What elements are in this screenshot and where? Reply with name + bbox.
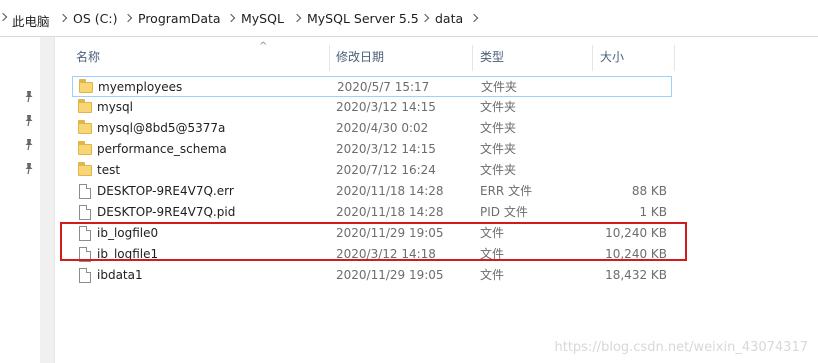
navigation-pane[interactable]	[0, 37, 40, 363]
list-item[interactable]: mysql 2020/3/12 14:15 文件夹	[72, 97, 672, 118]
file-name: performance_schema	[97, 142, 227, 156]
file-name: ibdata1	[97, 268, 143, 282]
folder-icon	[78, 120, 92, 136]
file-name: myemployees	[98, 80, 183, 94]
pin-icon[interactable]	[22, 89, 36, 103]
breadcrumb-mysql-server[interactable]: MySQL Server 5.5	[307, 11, 419, 26]
file-modified: 2020/11/18 14:28	[336, 184, 444, 198]
column-type[interactable]: 类型	[480, 41, 504, 73]
column-divider[interactable]	[592, 45, 593, 71]
breadcrumb-separator-icon[interactable]	[124, 11, 132, 25]
file-size: 88 KB	[631, 184, 667, 198]
breadcrumb-drive-c[interactable]: OS (C:)	[73, 11, 117, 26]
file-modified: 2020/3/12 14:15	[336, 100, 436, 114]
pin-icon[interactable]	[22, 137, 36, 151]
file-name: mysql@8bd5@5377a	[97, 121, 226, 135]
column-name[interactable]: 名称	[76, 41, 100, 73]
column-divider[interactable]	[329, 45, 330, 71]
file-size: 1 KB	[639, 205, 667, 219]
folder-icon	[78, 99, 92, 115]
column-header: 名称 ^ 修改日期 类型 大小	[62, 41, 818, 73]
sort-ascending-icon: ^	[259, 41, 268, 52]
annotation-highlight-box	[60, 222, 687, 261]
breadcrumb-this-pc[interactable]: 此电脑	[12, 11, 50, 30]
file-icon	[78, 268, 92, 283]
column-divider[interactable]	[472, 45, 473, 71]
file-icon	[78, 205, 92, 220]
list-item[interactable]: ibdata1 2020/11/29 19:05 文件 18,432 KB	[72, 265, 672, 286]
breadcrumb-data[interactable]: data	[435, 11, 463, 26]
file-modified: 2020/5/7 15:17	[337, 80, 430, 94]
list-item[interactable]: DESKTOP-9RE4V7Q.err 2020/11/18 14:28 ERR…	[72, 181, 672, 202]
folder-icon	[78, 141, 92, 157]
column-size[interactable]: 大小	[600, 41, 624, 73]
file-type: 文件夹	[481, 80, 518, 94]
column-modified[interactable]: 修改日期	[336, 41, 384, 73]
file-type: 文件夹	[480, 121, 517, 135]
file-name: mysql	[97, 100, 133, 114]
file-name: DESKTOP-9RE4V7Q.err	[97, 184, 234, 198]
pin-icon[interactable]	[22, 161, 36, 175]
file-modified: 2020/3/12 14:15	[336, 142, 436, 156]
folder-icon	[78, 162, 92, 178]
file-modified: 2020/4/30 0:02	[336, 121, 429, 135]
file-icon	[78, 184, 92, 199]
column-divider[interactable]	[674, 45, 675, 71]
breadcrumb-separator-icon[interactable]	[227, 11, 235, 25]
breadcrumb-separator-icon[interactable]	[293, 11, 301, 25]
watermark: https://blog.csdn.net/weixin_43074317	[554, 340, 808, 355]
list-item[interactable]: mysql@8bd5@5377a 2020/4/30 0:02 文件夹	[72, 118, 672, 139]
file-size	[577, 97, 667, 118]
file-size	[578, 77, 668, 98]
file-type: PID 文件	[480, 205, 528, 219]
breadcrumb-separator-icon[interactable]	[421, 11, 429, 25]
file-type: 文件夹	[480, 142, 517, 156]
file-type: 文件夹	[480, 163, 517, 177]
breadcrumb-programdata[interactable]: ProgramData	[138, 11, 221, 26]
list-item[interactable]: DESKTOP-9RE4V7Q.pid 2020/11/18 14:28 PID…	[72, 202, 672, 223]
file-size	[577, 139, 667, 160]
file-type: 文件夹	[480, 100, 517, 114]
file-type: ERR 文件	[480, 184, 533, 198]
breadcrumb-overflow-chevron-icon[interactable]	[0, 10, 8, 24]
breadcrumb-mysql[interactable]: MySQL	[241, 11, 284, 26]
file-size	[577, 118, 667, 139]
file-modified: 2020/7/12 16:24	[336, 163, 436, 177]
nav-pane-scrollbar[interactable]	[40, 37, 55, 363]
file-modified: 2020/11/29 19:05	[336, 268, 444, 282]
folder-icon	[79, 79, 93, 95]
file-name: test	[97, 163, 121, 177]
file-size: 18,432 KB	[605, 268, 667, 282]
file-size	[577, 160, 667, 181]
list-item[interactable]: test 2020/7/12 16:24 文件夹	[72, 160, 672, 181]
list-item[interactable]: performance_schema 2020/3/12 14:15 文件夹	[72, 139, 672, 160]
breadcrumb-separator-icon[interactable]	[470, 11, 478, 25]
file-name: DESKTOP-9RE4V7Q.pid	[97, 205, 236, 219]
list-item[interactable]: myemployees 2020/5/7 15:17 文件夹	[72, 76, 672, 97]
breadcrumb-separator-icon[interactable]	[59, 11, 67, 25]
file-type: 文件	[480, 268, 505, 282]
address-bar[interactable]: 此电脑 OS (C:) ProgramData MySQL MySQL Serv…	[0, 0, 818, 37]
pin-icon[interactable]	[22, 113, 36, 127]
file-modified: 2020/11/18 14:28	[336, 205, 444, 219]
